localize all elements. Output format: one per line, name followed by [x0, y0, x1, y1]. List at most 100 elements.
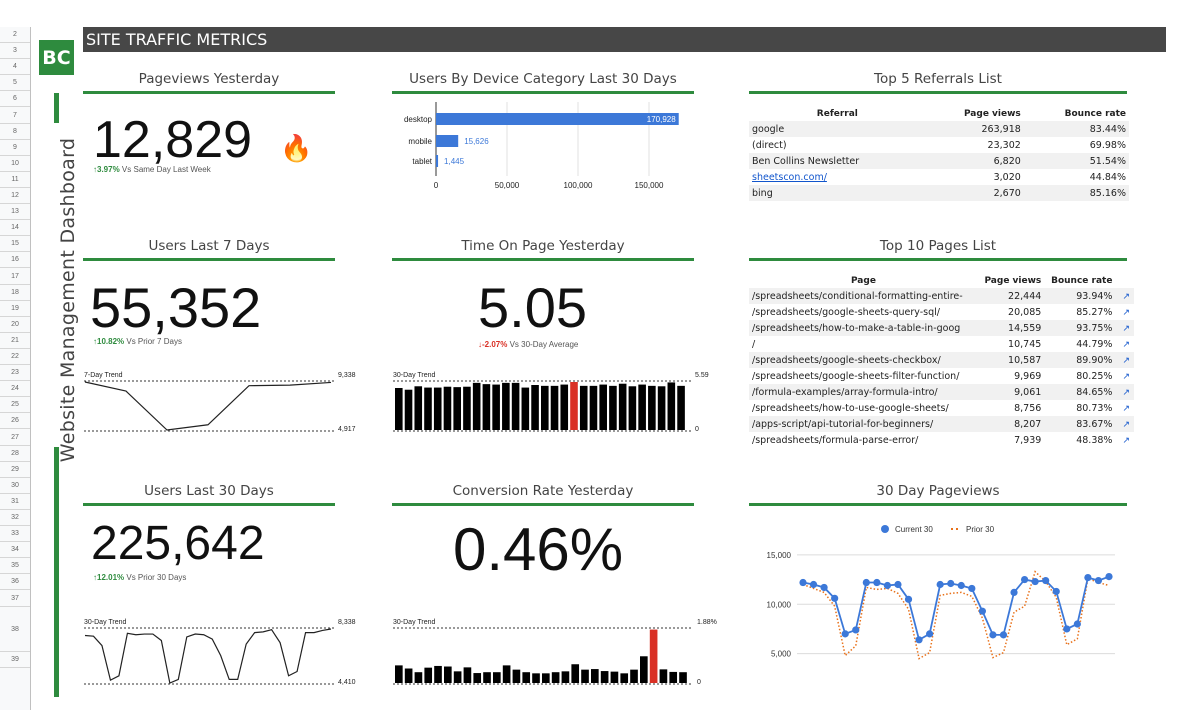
cell-bounce: 80.25%	[1076, 370, 1113, 382]
trend-min-label: 0	[697, 679, 701, 686]
cell-name: /spreadsheets/google-sheets-query-sql/	[752, 306, 940, 318]
panel-title-referrals: Top 5 Referrals List	[749, 71, 1127, 94]
row-number: 39	[0, 652, 30, 668]
users-30-delta: ↑12.01% Vs Prior 30 Days	[93, 573, 186, 582]
referral-link[interactable]: sheetscon.com/	[752, 172, 827, 183]
trend-bar	[677, 385, 685, 430]
external-link-icon[interactable]: ↗	[1122, 324, 1130, 334]
trend-bar	[492, 384, 500, 430]
row-number: 18	[0, 285, 30, 301]
cell-views: 8,756	[1014, 402, 1042, 414]
cell-views: 9,061	[977, 384, 1045, 400]
row-number: 3	[0, 43, 30, 60]
row-number: 35	[0, 558, 30, 575]
pageviews-yesterday-value: 12,829	[93, 111, 253, 169]
row-number: 29	[0, 462, 30, 478]
trend-bar	[560, 384, 569, 430]
trend-svg	[84, 627, 334, 685]
series-current-point	[926, 630, 934, 638]
table-row: google 263,918 83.44%	[749, 121, 1129, 137]
column-header: Bounce rate	[1064, 109, 1126, 119]
conversion-trend: 30-Day Trend 1.88% 0	[393, 619, 717, 687]
cell-bounce: 83.67%	[1044, 416, 1116, 432]
trend-min-label: 0	[695, 426, 699, 433]
trend-bar	[657, 386, 666, 430]
column-header: Referral	[816, 109, 858, 119]
external-link-icon[interactable]: ↗	[1122, 372, 1130, 382]
table-row: /spreadsheets/google-sheets-checkbox/10,…	[749, 352, 1134, 368]
series-current-point	[947, 579, 955, 588]
trend-svg	[393, 627, 693, 685]
legend-prior-label: Prior 30	[966, 525, 995, 534]
series-current-point	[820, 583, 828, 592]
cell-name: /spreadsheets/google-sheets-filter-funct…	[752, 370, 960, 382]
series-current-point	[831, 594, 839, 602]
table-row: /spreadsheets/how-to-make-a-table-in-goo…	[749, 320, 1134, 336]
cell-views: 9,969	[1014, 370, 1042, 382]
column-header-spacer	[1115, 274, 1134, 288]
trend-line	[84, 628, 332, 684]
trend-bar	[542, 673, 550, 683]
trend-bar	[493, 672, 501, 683]
row-number: 9	[0, 140, 30, 156]
series-current-point	[1031, 577, 1039, 586]
cell-views: 2,670	[925, 185, 1024, 201]
cell-bounce: 85.27%	[1076, 306, 1113, 318]
cell-views: 7,939	[1014, 434, 1042, 446]
cell-link: ↗	[1115, 336, 1134, 352]
panel-title-device: Users By Device Category Last 30 Days	[392, 71, 694, 94]
trend-bar	[679, 672, 687, 683]
external-link-icon[interactable]: ↗	[1122, 436, 1130, 446]
bar-value-label: 1,445	[444, 157, 465, 166]
row-number: 27	[0, 430, 30, 446]
external-link-icon[interactable]: ↗	[1122, 420, 1130, 430]
panel-title-pageviews-30: 30 Day Pageviews	[749, 483, 1127, 506]
series-current-point	[799, 578, 807, 587]
users-7-delta: ↑10.82% Vs Prior 7 Days	[93, 337, 182, 346]
trend-bar	[433, 387, 442, 430]
table-row: /spreadsheets/google-sheets-filter-funct…	[749, 368, 1134, 384]
cell-name: Ben Collins Newsletter	[749, 153, 926, 169]
delta-percent: ↓-2.07%	[478, 340, 508, 349]
column-header: Page views	[984, 276, 1042, 286]
row-number: 11	[0, 172, 30, 188]
external-link-icon[interactable]: ↗	[1122, 404, 1130, 414]
row-number: 17	[0, 269, 30, 285]
row-number: 4	[0, 59, 30, 76]
external-link-icon[interactable]: ↗	[1122, 356, 1130, 366]
bar-desktop	[436, 113, 679, 125]
external-link-icon[interactable]: ↗	[1122, 388, 1130, 398]
trend-max-label: 5.59	[695, 372, 709, 379]
cell-name: /spreadsheets/conditional-formatting-ent…	[749, 288, 978, 304]
row-number: 23	[0, 365, 30, 382]
trend-bar-highlight	[570, 382, 578, 430]
users-30-value: 225,642	[91, 517, 265, 570]
series-current-point	[957, 581, 965, 590]
trend-bar	[638, 384, 646, 430]
cell-bounce: 85.16%	[1023, 185, 1129, 201]
users-7-value: 55,352	[90, 276, 262, 339]
series-current-point	[1052, 587, 1060, 596]
cell-name: /spreadsheets/how-to-make-a-table-in-goo…	[749, 320, 978, 336]
series-current-point	[999, 631, 1008, 639]
cell-bounce: 48.38%	[1076, 434, 1113, 446]
external-link-icon[interactable]: ↗	[1122, 340, 1130, 350]
row-number: 5	[0, 75, 30, 92]
trend-bar	[483, 672, 491, 683]
logo: BC	[39, 40, 74, 75]
referrals-table: Referral Page views Bounce rate google 263,9…	[749, 107, 1129, 201]
y-tick-label: 5,000	[771, 650, 792, 659]
cell-bounce: 83.44%	[1023, 121, 1129, 137]
trend-bar	[453, 671, 462, 683]
table-row: Ben Collins Newsletter 6,820 51.54%	[749, 153, 1129, 169]
trend-bar	[591, 669, 599, 683]
external-link-icon[interactable]: ↗	[1122, 308, 1130, 318]
cell-link: ↗	[1115, 288, 1134, 304]
external-link-icon[interactable]: ↗	[1122, 292, 1130, 302]
trend-bar	[669, 671, 678, 683]
conversion-value: 0.46%	[453, 516, 624, 583]
trend-bar	[551, 672, 560, 683]
trend-bar	[463, 386, 471, 430]
trend-bar-highlight	[649, 629, 658, 683]
cell-views: 10,587	[977, 352, 1045, 368]
